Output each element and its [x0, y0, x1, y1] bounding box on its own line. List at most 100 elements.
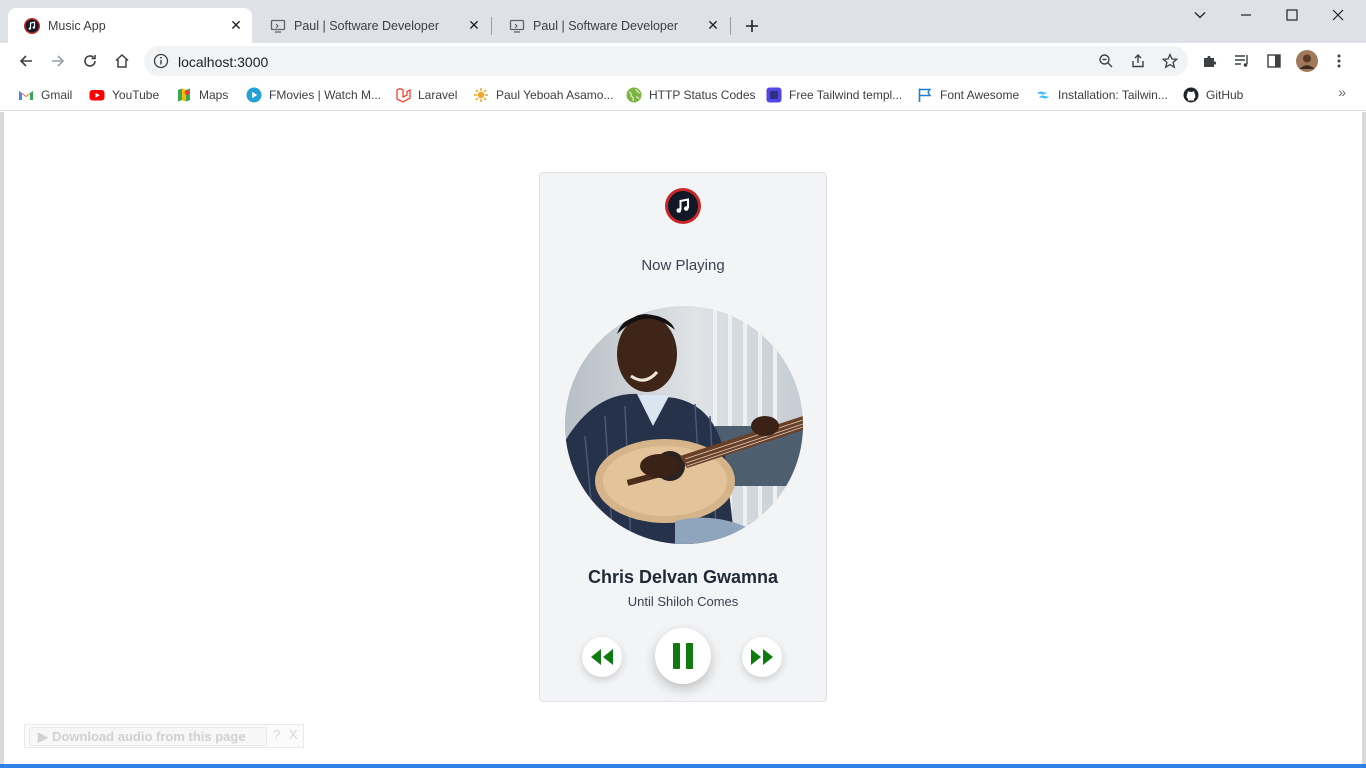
- reload-button[interactable]: [78, 49, 102, 73]
- zoom-button[interactable]: [1096, 51, 1116, 71]
- chevron-down-icon: [1194, 12, 1206, 19]
- bookmark-paul-yeboah[interactable]: Paul Yeboah Asamo...: [473, 85, 613, 105]
- tab-search-button[interactable]: [1177, 0, 1223, 30]
- tab-strip: Music App ✕ Paul | Software Developer ✕ …: [0, 0, 1366, 43]
- bookmark-star-button[interactable]: [1160, 51, 1180, 71]
- tailwind-icon: [1037, 91, 1049, 99]
- bookmark-label: Gmail: [41, 88, 73, 102]
- tab-paul-software-developer-2[interactable]: Paul | Software Developer ✕: [493, 8, 729, 43]
- music-app-favicon-icon: [24, 17, 40, 34]
- maps-icon: [178, 88, 190, 102]
- tab-title: Paul | Software Developer: [294, 18, 439, 33]
- playlist-icon: [1235, 55, 1248, 67]
- profile-avatar[interactable]: [1295, 49, 1319, 73]
- tab-title: Paul | Software Developer: [533, 18, 678, 33]
- maximize-icon: [1286, 9, 1298, 21]
- maximize-button[interactable]: [1269, 0, 1315, 30]
- now-playing-heading: Now Playing: [641, 257, 725, 274]
- fast-forward-button[interactable]: [742, 637, 782, 677]
- tab-title: Music App: [48, 18, 106, 33]
- share-button[interactable]: [1128, 51, 1148, 71]
- forward-button[interactable]: [46, 49, 70, 73]
- bookmark-maps[interactable]: Maps: [176, 85, 228, 105]
- address-bar[interactable]: localhost:3000: [144, 46, 1188, 76]
- bookmark-font-awesome[interactable]: Font Awesome: [917, 85, 1019, 105]
- tab-close-icon[interactable]: ✕: [228, 17, 244, 34]
- help-icon[interactable]: ?: [273, 727, 280, 742]
- reload-icon: [84, 55, 96, 67]
- bookmark-label: Font Awesome: [940, 88, 1020, 102]
- template-icon: [766, 87, 782, 103]
- laravel-icon: [396, 87, 411, 103]
- flag-icon: [918, 88, 932, 102]
- plus-icon: [746, 20, 758, 32]
- bookmark-github[interactable]: GitHub: [1183, 85, 1243, 105]
- monitor-favicon-icon: [270, 19, 286, 33]
- music-note-icon: [665, 188, 701, 224]
- puzzle-icon: [1204, 55, 1217, 67]
- site-icon: [474, 88, 488, 102]
- home-button[interactable]: [110, 49, 134, 73]
- back-button[interactable]: [14, 49, 38, 73]
- more-vertical-icon: [1337, 54, 1341, 68]
- close-icon[interactable]: X: [289, 727, 298, 742]
- download-audio-button[interactable]: ▶ Download audio from this page: [29, 727, 267, 746]
- bookmark-free-tailwind-templates[interactable]: Free Tailwind templ...: [766, 85, 902, 105]
- zoom-out-icon: [1099, 54, 1113, 68]
- monitor-favicon-icon: [509, 19, 525, 33]
- gmail-icon: [19, 91, 33, 100]
- bookmark-http-status-codes[interactable]: HTTP Status Codes: [626, 85, 756, 105]
- rewind-button[interactable]: [582, 637, 622, 677]
- globe-icon: [626, 87, 642, 103]
- audio-download-extension-bar: ▶ Download audio from this page ? X: [24, 724, 304, 748]
- side-panel-icon: [1267, 54, 1281, 68]
- browser-toolbar: localhost:3000: [0, 43, 1366, 79]
- bookmark-label: Laravel: [418, 88, 458, 102]
- tab-music-app[interactable]: Music App ✕: [8, 8, 252, 43]
- bookmark-label: Maps: [199, 88, 229, 102]
- bookmarks-bar: Gmail YouTube Maps FMovies | Watch M... …: [0, 79, 1366, 111]
- home-icon: [115, 53, 129, 68]
- url-text[interactable]: localhost:3000: [178, 54, 268, 70]
- bookmark-label: Installation: Tailwin...: [1058, 88, 1168, 102]
- bookmark-label: FMovies | Watch M...: [269, 88, 382, 102]
- new-tab-button[interactable]: [740, 14, 764, 38]
- bookmarks-overflow-icon[interactable]: »: [1338, 84, 1346, 100]
- tab-paul-software-developer[interactable]: Paul | Software Developer ✕: [254, 8, 490, 43]
- close-window-button[interactable]: [1315, 0, 1361, 30]
- browser-menu-button[interactable]: [1327, 49, 1351, 73]
- bookmark-label: Free Tailwind templ...: [789, 88, 903, 102]
- bookmark-laravel[interactable]: Laravel: [395, 85, 457, 105]
- github-icon: [1183, 87, 1199, 103]
- star-icon: [1162, 53, 1178, 69]
- backward-icon: [591, 649, 613, 665]
- side-panel-button[interactable]: [1262, 49, 1286, 73]
- play-icon: ▶: [38, 728, 48, 744]
- minimize-button[interactable]: [1223, 0, 1269, 30]
- bookmark-tailwind-installation[interactable]: Installation: Tailwin...: [1035, 85, 1168, 105]
- arrow-right-icon: [52, 55, 65, 67]
- close-icon: [1332, 9, 1344, 21]
- minimize-icon: [1241, 14, 1251, 16]
- tab-close-icon[interactable]: ✕: [466, 17, 482, 34]
- forward-icon: [751, 649, 773, 665]
- info-icon[interactable]: [153, 53, 169, 69]
- bookmark-youtube[interactable]: YouTube: [89, 85, 159, 105]
- avatar-icon: [1296, 50, 1318, 72]
- bookmark-label: YouTube: [112, 88, 160, 102]
- bookmark-gmail[interactable]: Gmail: [18, 85, 72, 105]
- download-audio-label: Download audio from this page: [52, 729, 246, 744]
- extensions-button[interactable]: [1198, 49, 1222, 73]
- bookmark-fmovies[interactable]: FMovies | Watch M...: [246, 85, 381, 105]
- music-player-card: Now Playing Chris Delvan Gwamna Until Sh…: [539, 172, 827, 702]
- album-cover-image: [565, 306, 803, 544]
- media-control-button[interactable]: [1230, 49, 1254, 73]
- bookmark-label: GitHub: [1206, 88, 1244, 102]
- pause-button[interactable]: [655, 628, 711, 684]
- bookmark-label: HTTP Status Codes: [649, 88, 756, 102]
- share-icon: [1132, 54, 1144, 68]
- arrow-left-icon: [19, 55, 32, 67]
- tab-close-icon[interactable]: ✕: [705, 17, 721, 34]
- artist-name: Chris Delvan Gwamna: [587, 567, 779, 587]
- song-title: Until Shiloh Comes: [627, 594, 739, 609]
